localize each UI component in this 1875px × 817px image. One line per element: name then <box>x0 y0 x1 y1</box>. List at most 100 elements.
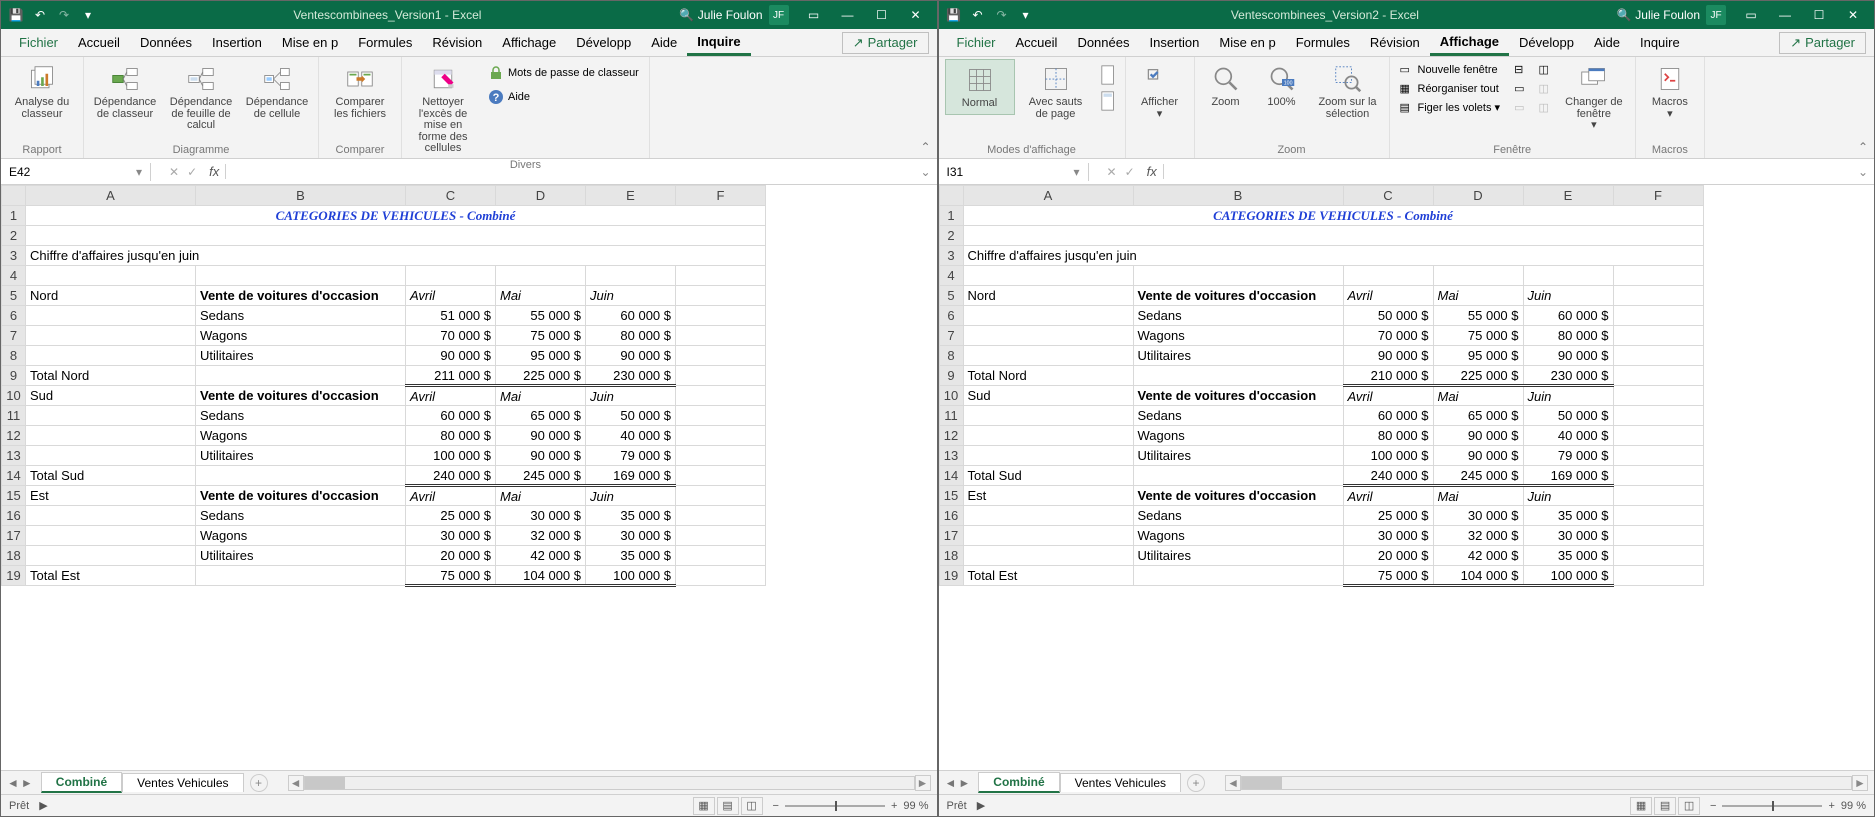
tab-développ[interactable]: Développ <box>566 29 641 56</box>
save-button[interactable]: 💾 <box>943 4 965 26</box>
minimize-button[interactable]: — <box>1768 1 1802 29</box>
show-button[interactable]: Afficher▾ <box>1132 59 1188 124</box>
name-box[interactable]: E42▾ <box>1 163 151 181</box>
col-header[interactable]: A <box>963 186 1133 206</box>
zoom-button[interactable]: Zoom <box>1201 59 1251 113</box>
view-pagebreaks-button[interactable]: Avec sauts de page <box>1021 59 1091 124</box>
scroll-right-icon[interactable]: ► <box>1852 775 1868 791</box>
tab-développ[interactable]: Développ <box>1509 29 1584 56</box>
formula-input[interactable] <box>1164 170 1852 174</box>
ribbon-btn[interactable]: ?Aide <box>484 87 643 107</box>
ribbon-btn[interactable]: Nettoyer l'excès de mise en forme des ce… <box>408 59 478 159</box>
maximize-button[interactable]: ☐ <box>865 1 899 29</box>
ribbon-toggle-button[interactable]: ▭ <box>797 1 831 29</box>
col-header[interactable]: D <box>1433 186 1523 206</box>
zoom-out-button[interactable]: − <box>773 800 779 812</box>
col-header[interactable]: B <box>196 186 406 206</box>
save-button[interactable]: 💾 <box>5 4 27 26</box>
switch-windows-button[interactable]: Changer de fenêtre▾ <box>1559 59 1629 136</box>
tab-inquire[interactable]: Inquire <box>687 29 750 56</box>
collapse-ribbon-icon[interactable]: ⌃ <box>920 140 930 154</box>
view-page-icon[interactable]: ▤ <box>717 797 739 815</box>
tab-données[interactable]: Données <box>130 29 202 56</box>
sheet-tab[interactable]: Ventes Vehicules <box>1060 773 1181 792</box>
tab-aide[interactable]: Aide <box>1584 29 1630 56</box>
collapse-ribbon-icon[interactable]: ⌃ <box>1858 140 1868 154</box>
sheet-nav-prev[interactable]: ◄ <box>7 776 19 790</box>
view-break-icon[interactable]: ◫ <box>1678 797 1700 815</box>
ribbon-btn[interactable]: Comparer les fichiers <box>325 59 395 124</box>
col-header[interactable]: F <box>1613 186 1703 206</box>
scroll-left-icon[interactable]: ◄ <box>1225 775 1241 791</box>
zoom-level[interactable]: 99 % <box>1841 800 1866 812</box>
tab-formules[interactable]: Formules <box>348 29 422 56</box>
new-window-button[interactable]: ▭Nouvelle fenêtre <box>1396 61 1505 78</box>
side-by-side-button[interactable]: ◫ <box>1534 61 1552 78</box>
view-break-icon[interactable]: ◫ <box>741 797 763 815</box>
redo-button[interactable]: ↷ <box>53 4 75 26</box>
view-normal-button[interactable]: Normal <box>945 59 1015 115</box>
expand-formula-icon[interactable]: ⌄ <box>1852 165 1874 179</box>
sync-scroll-button[interactable]: ◫ <box>1534 80 1552 97</box>
tab-aide[interactable]: Aide <box>641 29 687 56</box>
worksheet-area[interactable]: ABCDEF 1CATEGORIES DE VEHICULES - Combin… <box>1 185 937 770</box>
close-button[interactable]: ✕ <box>899 1 933 29</box>
tab-données[interactable]: Données <box>1067 29 1139 56</box>
unhide-button[interactable]: ▭ <box>1510 99 1528 116</box>
cancel-icon[interactable]: ✕ <box>1107 165 1117 179</box>
split-button[interactable]: ⊟ <box>1510 61 1528 78</box>
col-header[interactable]: C <box>1343 186 1433 206</box>
tab-affichage[interactable]: Affichage <box>492 29 566 56</box>
sheet-tab[interactable]: Ventes Vehicules <box>122 773 243 792</box>
user-label[interactable]: Julie FoulonJF <box>698 5 789 25</box>
worksheet-area[interactable]: ABCDEF 1CATEGORIES DE VEHICULES - Combin… <box>939 185 1875 770</box>
tab-formules[interactable]: Formules <box>1286 29 1360 56</box>
row-header[interactable]: 1 <box>2 206 26 226</box>
custom-views-button[interactable] <box>1097 89 1119 113</box>
sheet-tab-active[interactable]: Combiné <box>41 772 122 793</box>
view-normal-icon[interactable]: ▦ <box>693 797 715 815</box>
view-page-icon[interactable]: ▤ <box>1654 797 1676 815</box>
select-all-button[interactable] <box>2 186 26 206</box>
minimize-button[interactable]: — <box>831 1 865 29</box>
ribbon-btn[interactable]: Dépendance de feuille de calcul <box>166 59 236 136</box>
qat-more-button[interactable]: ▾ <box>1015 4 1037 26</box>
add-sheet-button[interactable]: + <box>250 774 268 792</box>
tab-insertion[interactable]: Insertion <box>1139 29 1209 56</box>
freeze-panes-button[interactable]: ▤Figer les volets ▾ <box>1396 99 1505 116</box>
col-header[interactable]: D <box>496 186 586 206</box>
page-layout-button[interactable] <box>1097 63 1119 87</box>
undo-button[interactable]: ↶ <box>29 4 51 26</box>
view-normal-icon[interactable]: ▦ <box>1630 797 1652 815</box>
arrange-all-button[interactable]: ▦Réorganiser tout <box>1396 80 1505 97</box>
share-button[interactable]: ↗Partager <box>1779 32 1866 54</box>
ribbon-btn[interactable]: Dépendance de cellule <box>242 59 312 124</box>
zoom-100-button[interactable]: 100100% <box>1257 59 1307 113</box>
zoom-selection-button[interactable]: Zoom sur la sélection <box>1313 59 1383 124</box>
name-box[interactable]: I31▾ <box>939 163 1089 181</box>
ribbon-btn[interactable]: Dépendance de classeur <box>90 59 160 124</box>
h-scrollbar[interactable]: ◄ ► <box>288 775 931 791</box>
tab-mise en p[interactable]: Mise en p <box>1209 29 1285 56</box>
row-header[interactable]: 1 <box>939 206 963 226</box>
zoom-in-button[interactable]: + <box>1828 800 1834 812</box>
zoom-level[interactable]: 99 % <box>903 800 928 812</box>
macro-rec-icon[interactable]: ▶ <box>39 799 47 812</box>
h-scrollbar[interactable]: ◄ ► <box>1225 775 1868 791</box>
macro-rec-icon[interactable]: ▶ <box>977 799 985 812</box>
scroll-left-icon[interactable]: ◄ <box>288 775 304 791</box>
cancel-icon[interactable]: ✕ <box>169 165 179 179</box>
tab-affichage[interactable]: Affichage <box>1430 29 1509 56</box>
tab-fichier[interactable]: Fichier <box>947 29 1006 56</box>
sheet-nav-prev[interactable]: ◄ <box>945 776 957 790</box>
col-header[interactable]: C <box>406 186 496 206</box>
enter-icon[interactable]: ✓ <box>187 165 197 179</box>
tab-révision[interactable]: Révision <box>422 29 492 56</box>
ribbon-btn[interactable]: Mots de passe de classeur <box>484 63 643 83</box>
col-header[interactable]: E <box>586 186 676 206</box>
tab-accueil[interactable]: Accueil <box>1006 29 1068 56</box>
col-header[interactable]: F <box>676 186 766 206</box>
macros-button[interactable]: Macros▾ <box>1642 59 1698 124</box>
qat-more-button[interactable]: ▾ <box>77 4 99 26</box>
formula-input[interactable] <box>226 170 914 174</box>
